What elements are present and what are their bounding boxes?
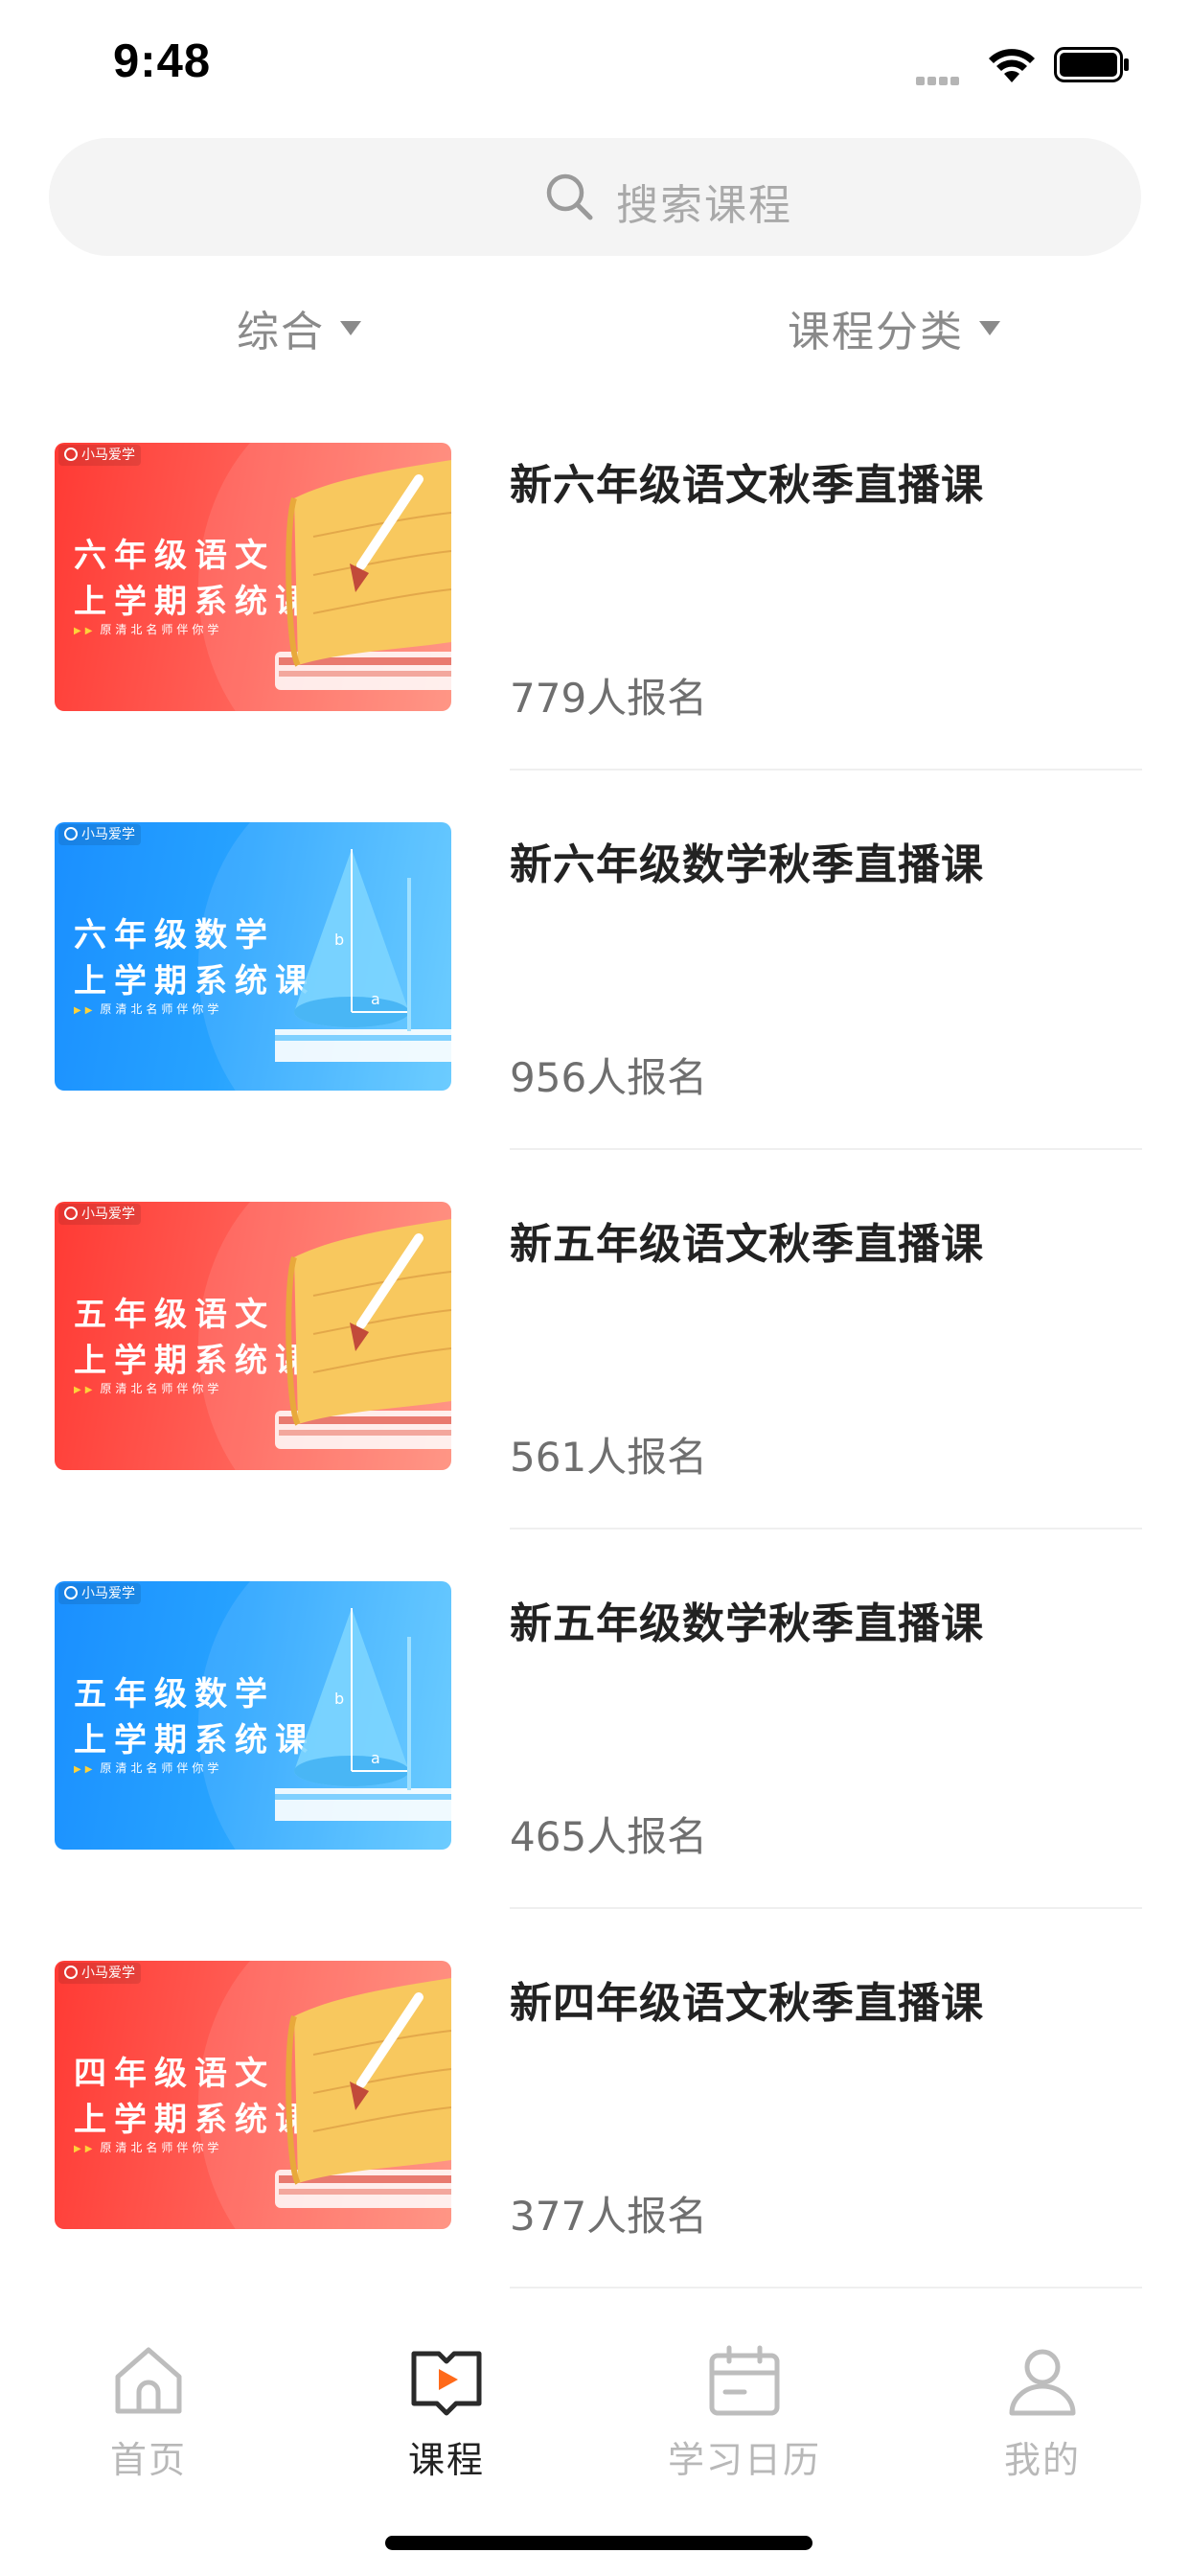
thumbnail-tagline: 原清北名师伴你学	[74, 1000, 222, 1017]
thumbnail-title: 四年级语文	[74, 2055, 275, 2093]
course-icon	[411, 2351, 482, 2416]
app-screen: 9:48 搜索课程 综合 课程分类 小马爱学六年级语文上学期系统课原清北名师伴你	[0, 0, 1190, 2576]
brand-name: 小马爱学	[81, 1207, 135, 1222]
course-item[interactable]: 小马爱学六年级语文上学期系统课原清北名师伴你学新六年级语文秋季直播课779人报名	[0, 443, 1190, 822]
filter-category-label: 课程分类	[788, 308, 964, 356]
brand-name: 小马爱学	[81, 1966, 135, 1981]
course-title[interactable]: 新六年级语文秋季直播课	[510, 450, 984, 512]
tab-mine-label: 我的	[1003, 2439, 1081, 2481]
course-thumbnail[interactable]: 小马爱学五年级数学上学期系统课原清北名师伴你学ba2	[55, 1581, 451, 1850]
math-cone-illustration: ba2	[214, 840, 451, 1091]
course-title[interactable]: 新六年级数学秋季直播课	[510, 830, 984, 891]
course-title[interactable]: 新五年级语文秋季直播课	[510, 1209, 984, 1271]
course-enrollment-count: 956人报名	[510, 1054, 708, 1101]
thumbnail-tagline: 原清北名师伴你学	[74, 1760, 222, 1776]
course-item[interactable]: 小马爱学五年级语文上学期系统课原清北名师伴你学新五年级语文秋季直播课561人报名	[0, 1202, 1190, 1581]
chinese-scroll-illustration	[275, 460, 451, 711]
course-item[interactable]: 小马爱学五年级数学上学期系统课原清北名师伴你学ba2新五年级数学秋季直播课465…	[0, 1581, 1190, 1961]
tab-course[interactable]: 课程	[312, 2340, 581, 2513]
thumbnail-tagline: 原清北名师伴你学	[74, 1380, 222, 1396]
brand-name: 小马爱学	[81, 1586, 135, 1601]
home-icon	[115, 2347, 182, 2414]
filter-sort-label: 综合	[237, 308, 325, 356]
divider	[510, 1148, 1142, 1150]
course-thumbnail[interactable]: 小马爱学六年级数学上学期系统课原清北名师伴你学ba2	[55, 822, 451, 1091]
user-icon	[1009, 2349, 1076, 2416]
chinese-scroll-illustration	[275, 1978, 451, 2229]
signal-icon	[916, 71, 962, 89]
brand-logo: 小马爱学	[58, 1963, 141, 1984]
thumbnail-title: 六年级语文	[74, 537, 275, 575]
thumbnail-tagline: 原清北名师伴你学	[74, 621, 222, 637]
divider	[510, 1528, 1142, 1530]
svg-text:b: b	[334, 1690, 344, 1708]
chinese-scroll-illustration	[275, 1219, 451, 1470]
svg-text:a: a	[371, 1749, 380, 1767]
search-placeholder: 搜索课程	[616, 181, 792, 230]
status-time: 9:48	[113, 35, 212, 87]
tab-course-label: 课程	[407, 2439, 485, 2481]
tab-home[interactable]: 首页	[14, 2340, 283, 2513]
course-thumbnail[interactable]: 小马爱学六年级语文上学期系统课原清北名师伴你学	[55, 443, 451, 711]
wifi-icon	[989, 49, 1035, 82]
math-cone-illustration: ba2	[214, 1598, 451, 1850]
battery-icon	[1054, 47, 1129, 82]
tab-mine[interactable]: 我的	[908, 2340, 1177, 2513]
brand-name: 小马爱学	[81, 448, 135, 463]
svg-text:a: a	[371, 990, 380, 1008]
brand-logo: 小马爱学	[58, 1583, 141, 1604]
thumbnail-title: 五年级数学	[74, 1675, 275, 1714]
course-title[interactable]: 新四年级语文秋季直播课	[510, 1968, 984, 2030]
course-thumbnail[interactable]: 小马爱学五年级语文上学期系统课原清北名师伴你学	[55, 1202, 451, 1470]
tab-home-label: 首页	[109, 2439, 187, 2481]
course-item[interactable]: 小马爱学六年级数学上学期系统课原清北名师伴你学ba2新六年级数学秋季直播课956…	[0, 822, 1190, 1202]
course-enrollment-count: 561人报名	[510, 1434, 708, 1481]
course-enrollment-count: 377人报名	[510, 2193, 708, 2240]
status-bar: 9:48	[0, 0, 1190, 126]
course-enrollment-count: 779人报名	[510, 675, 708, 722]
caret-down-icon	[340, 320, 361, 335]
brand-logo-icon	[64, 1207, 78, 1220]
brand-logo: 小马爱学	[58, 824, 141, 845]
divider	[510, 1907, 1142, 1909]
divider	[510, 769, 1142, 770]
filter-category-dropdown[interactable]: 课程分类	[788, 299, 1000, 356]
thumbnail-title: 五年级语文	[74, 1296, 275, 1334]
home-indicator	[385, 2536, 812, 2550]
calendar-icon	[709, 2345, 780, 2416]
brand-logo: 小马爱学	[58, 1204, 141, 1225]
brand-logo: 小马爱学	[58, 445, 141, 466]
divider	[510, 2287, 1142, 2288]
thumbnail-title: 六年级数学	[74, 916, 275, 954]
course-enrollment-count: 465人报名	[510, 1813, 708, 1860]
brand-logo-icon	[64, 448, 78, 461]
search-input[interactable]: 搜索课程	[49, 138, 1141, 256]
tab-calendar[interactable]: 学习日历	[610, 2340, 879, 2513]
brand-logo-icon	[64, 1586, 78, 1599]
tab-calendar-label: 学习日历	[667, 2439, 821, 2481]
search-icon	[546, 173, 593, 220]
course-item[interactable]: 小马爱学四年级语文上学期系统课原清北名师伴你学新四年级语文秋季直播课377人报名	[0, 1961, 1190, 2340]
brand-logo-icon	[64, 827, 78, 840]
svg-text:b: b	[334, 931, 344, 949]
brand-logo-icon	[64, 1966, 78, 1979]
thumbnail-tagline: 原清北名师伴你学	[74, 2139, 222, 2155]
brand-name: 小马爱学	[81, 827, 135, 842]
caret-down-icon	[979, 320, 1000, 335]
course-title[interactable]: 新五年级数学秋季直播课	[510, 1589, 984, 1650]
course-thumbnail[interactable]: 小马爱学四年级语文上学期系统课原清北名师伴你学	[55, 1961, 451, 2229]
filter-sort-dropdown[interactable]: 综合	[237, 299, 361, 356]
